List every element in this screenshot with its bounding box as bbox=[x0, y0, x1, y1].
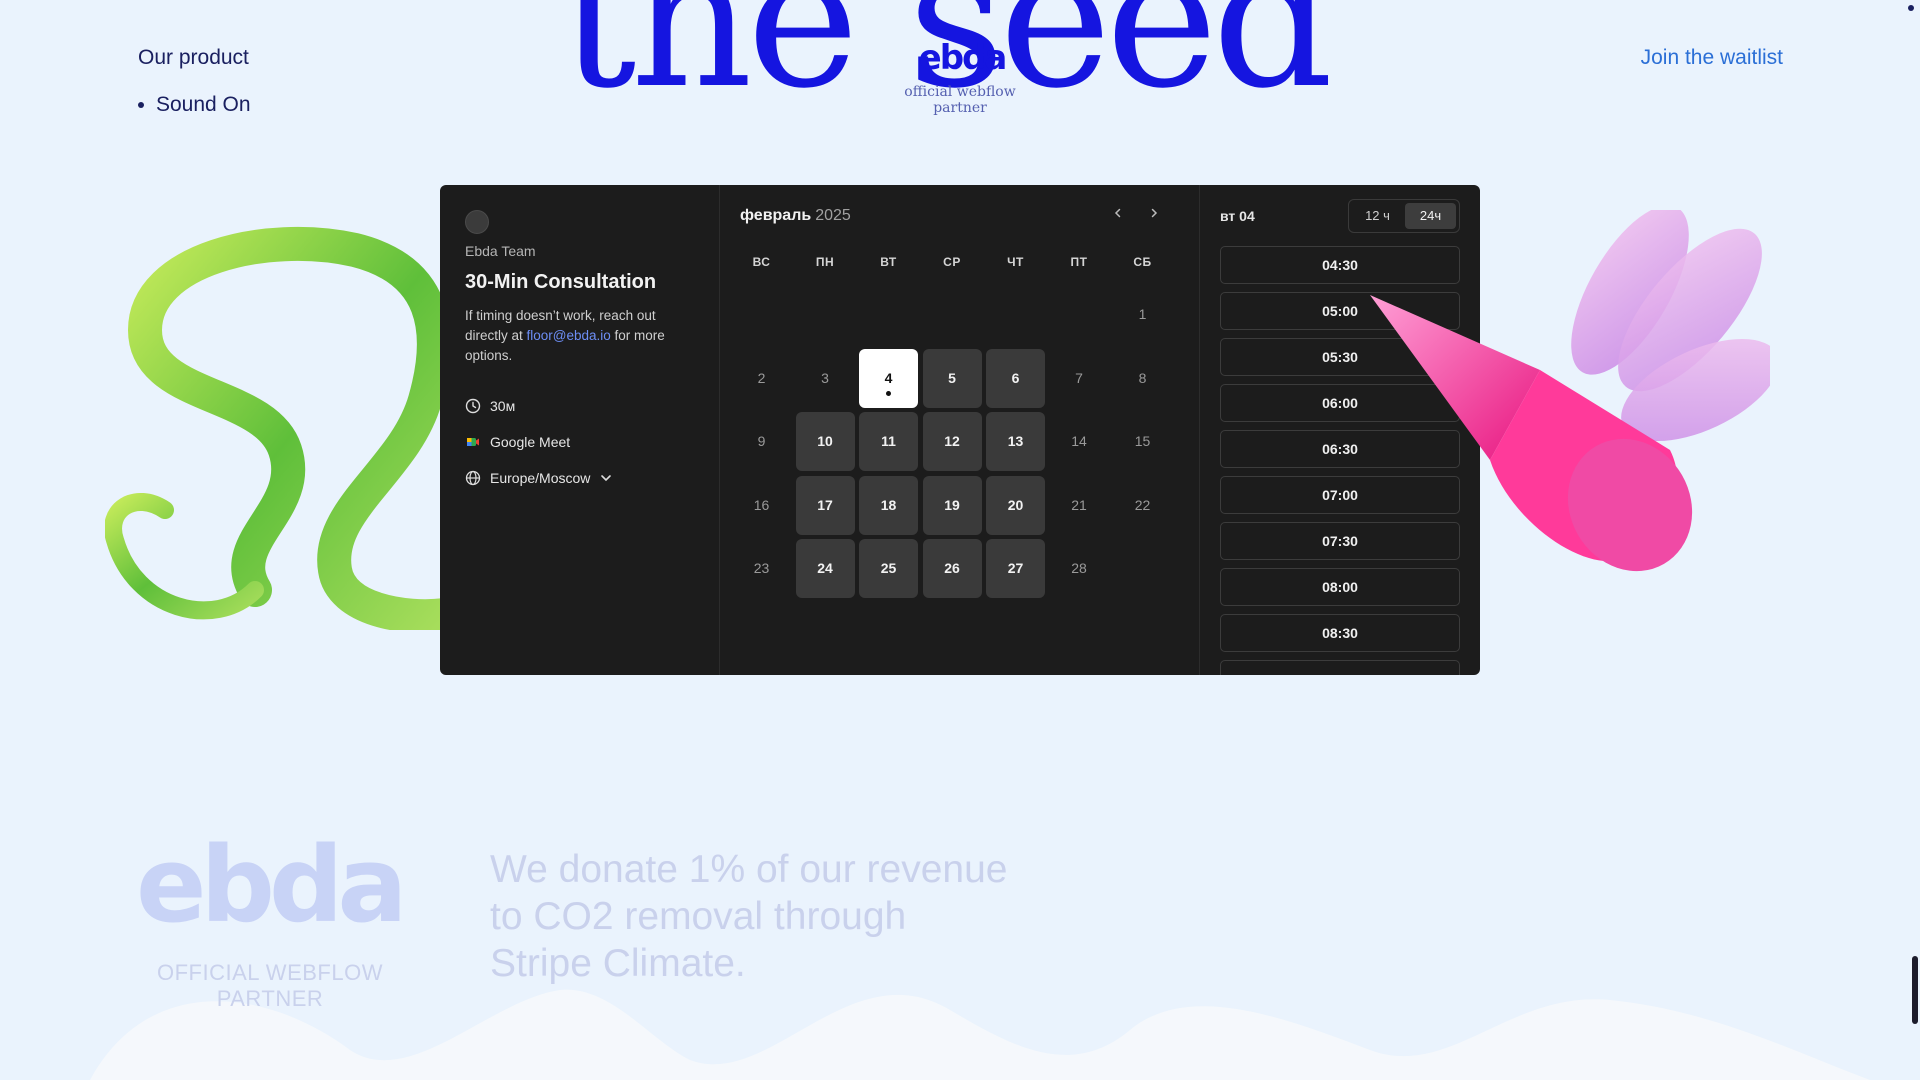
calendar-day[interactable]: 26 bbox=[922, 539, 982, 598]
calendar-day: 8 bbox=[1138, 369, 1147, 386]
time-slot-button[interactable]: 06:30 bbox=[1220, 430, 1460, 468]
location-row: Google Meet bbox=[465, 434, 570, 450]
event-description: If timing doesn’t work, reach out direct… bbox=[465, 306, 695, 366]
product-menu: Sound On bbox=[138, 93, 251, 117]
time-slot-button[interactable]: 05:00 bbox=[1220, 292, 1460, 330]
calendar-day: 15 bbox=[1134, 433, 1151, 449]
time-slot-button[interactable]: 08:30 bbox=[1220, 614, 1460, 652]
hero-partner-caption: official webflow partner bbox=[904, 84, 1016, 116]
time-slot-button[interactable]: 07:00 bbox=[1220, 476, 1460, 514]
corner-dot bbox=[1908, 5, 1914, 11]
weekday-label: ПН bbox=[815, 255, 835, 269]
selected-date-label: вт 04 bbox=[1220, 208, 1255, 224]
timezone-select[interactable]: Europe/Moscow bbox=[465, 470, 613, 486]
next-month-button[interactable] bbox=[1142, 203, 1166, 227]
clock-icon bbox=[465, 398, 481, 414]
event-info-panel: Ebda Team 30-Min Consultation If timing … bbox=[440, 185, 720, 675]
join-waitlist-link[interactable]: Join the waitlist bbox=[1641, 46, 1783, 70]
ebda-logo[interactable]: ebda bbox=[912, 40, 1012, 76]
calendar-day: 2 bbox=[757, 369, 766, 386]
calendar-day[interactable]: 19 bbox=[922, 475, 982, 535]
time-slot-button[interactable]: 04:30 bbox=[1220, 246, 1460, 284]
time-format-toggle: 12 ч 24ч bbox=[1348, 199, 1460, 233]
calendar-day: 21 bbox=[1071, 496, 1087, 513]
weekday-label: ЧТ bbox=[1007, 255, 1024, 269]
calendar-day[interactable]: 17 bbox=[795, 475, 855, 535]
google-meet-icon bbox=[467, 438, 479, 446]
calendar-day: 9 bbox=[757, 433, 766, 449]
calendar-day[interactable]: 13 bbox=[986, 412, 1045, 471]
calendar-day-selected[interactable]: 4 bbox=[859, 348, 918, 408]
month-title: февраль 2025 bbox=[740, 207, 851, 225]
calendar-day[interactable]: 6 bbox=[986, 348, 1045, 408]
time-slot-button[interactable]: 06:00 bbox=[1220, 384, 1460, 422]
weekday-label: ВС bbox=[752, 255, 771, 269]
format-12h-option[interactable]: 12 ч bbox=[1352, 203, 1403, 229]
month-name: февраль bbox=[740, 207, 812, 224]
weekday-label: ВТ bbox=[880, 255, 897, 269]
calendar-day[interactable]: 11 bbox=[859, 412, 918, 471]
footer-partner-caption: OFFICIAL WEBFLOW PARTNER bbox=[157, 960, 383, 1011]
calendar-day[interactable]: 10 bbox=[795, 412, 855, 471]
calendar-day[interactable]: 20 bbox=[986, 475, 1045, 535]
weekday-label: СБ bbox=[1133, 255, 1152, 269]
time-slot-button[interactable]: 05:30 bbox=[1220, 338, 1460, 376]
booking-widget: Ebda Team 30-Min Consultation If timing … bbox=[440, 185, 1480, 675]
time-slot-button[interactable]: 08:00 bbox=[1220, 568, 1460, 606]
chevron-down-icon bbox=[601, 475, 612, 482]
calendar-panel: февраль 2025 ВС ПН ВТ СР ЧТ ПТ СБ 1 2 3 4 5 6 7 8 9 10 11… bbox=[720, 185, 1200, 675]
time-slots-panel: вт 04 12 ч 24ч 04:30 05:00 05:30 06:00 06:30… bbox=[1200, 185, 1480, 675]
time-slot-button-partial[interactable] bbox=[1220, 660, 1460, 675]
chevron-right-icon bbox=[1151, 208, 1158, 218]
page-scrollbar-thumb[interactable] bbox=[1912, 956, 1918, 1024]
calendar-day[interactable]: 12 bbox=[922, 412, 982, 471]
nav-item-sound-on[interactable]: Sound On bbox=[138, 93, 251, 117]
format-24h-option[interactable]: 24ч bbox=[1405, 203, 1456, 229]
footer-ebda-logo: ebda bbox=[136, 824, 408, 946]
timezone-label: Europe/Moscow bbox=[490, 470, 591, 486]
calendar-day: 16 bbox=[753, 496, 770, 513]
time-slot-button[interactable]: 07:30 bbox=[1220, 522, 1460, 560]
calendar-day[interactable]: 5 bbox=[922, 348, 982, 408]
contact-email-link[interactable]: floor@ebda.io bbox=[527, 328, 611, 343]
green-ribbon-illustration bbox=[105, 227, 445, 630]
calendar-day[interactable]: 27 bbox=[986, 539, 1045, 598]
event-title: 30-Min Consultation bbox=[465, 271, 657, 293]
weekday-label: ПТ bbox=[1070, 255, 1088, 269]
month-year: 2025 bbox=[815, 207, 851, 224]
calendar-day: 22 bbox=[1134, 496, 1151, 513]
calendar-day: 3 bbox=[821, 369, 829, 386]
weekday-label: СР bbox=[943, 255, 961, 269]
location-label: Google Meet bbox=[490, 434, 571, 450]
calendar-day: 23 bbox=[753, 560, 770, 576]
duration-label: 30м bbox=[490, 398, 516, 414]
calendar-day[interactable]: 24 bbox=[795, 539, 855, 598]
globe-icon bbox=[465, 470, 481, 486]
avatar bbox=[465, 210, 489, 234]
calendar-day[interactable]: 18 bbox=[859, 475, 918, 535]
calendar-day[interactable]: 25 bbox=[859, 539, 918, 598]
calendar-day: 1 bbox=[1138, 306, 1147, 322]
team-name: Ebda Team bbox=[465, 243, 536, 259]
donation-statement: We donate 1% of our revenue to CO2 remov… bbox=[490, 848, 1008, 985]
prev-month-button[interactable] bbox=[1106, 203, 1130, 227]
nav-our-product[interactable]: Our product bbox=[138, 46, 249, 70]
chevron-left-icon bbox=[1114, 208, 1121, 218]
calendar-day: 28 bbox=[1071, 560, 1087, 576]
calendar-day: 7 bbox=[1075, 369, 1083, 386]
duration-row: 30м bbox=[465, 398, 515, 414]
calendar-day: 14 bbox=[1071, 433, 1087, 449]
